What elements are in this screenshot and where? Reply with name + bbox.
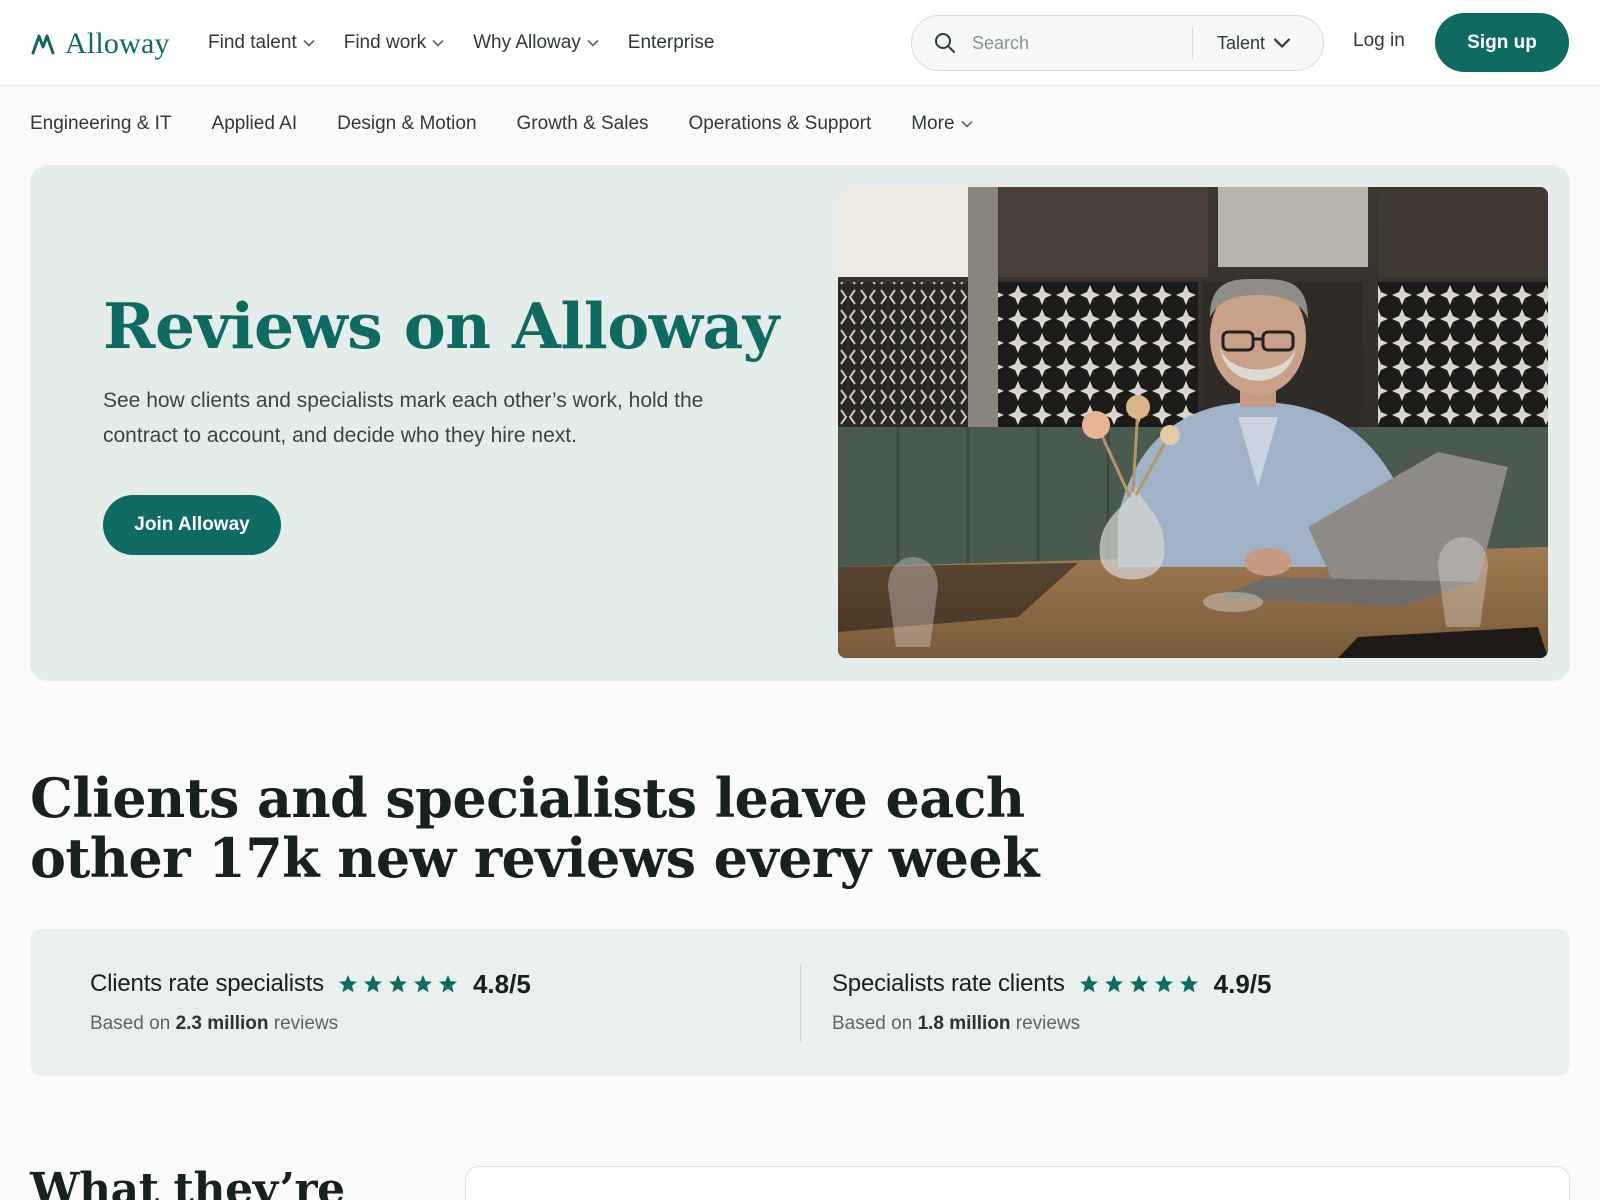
rating-divider	[800, 964, 801, 1042]
nav-enterprise[interactable]: Enterprise	[628, 28, 715, 58]
category-more[interactable]: More	[911, 110, 973, 138]
star-icon	[363, 975, 382, 993]
rating-basis-suffix: reviews	[1015, 1013, 1081, 1034]
star-icon	[1179, 975, 1198, 993]
logo-icon	[31, 33, 55, 55]
category-operations-support[interactable]: Operations & Support	[689, 110, 872, 138]
rating-basis: Based on 2.3 million reviews	[90, 1013, 531, 1035]
rating-basis: Based on 1.8 million reviews	[832, 1013, 1271, 1035]
chevron-down-icon	[1273, 37, 1291, 49]
star-icon	[338, 975, 357, 993]
star-rating	[338, 974, 458, 994]
star-icon	[413, 975, 432, 993]
chevron-down-icon	[960, 120, 973, 128]
nav-why-alloway[interactable]: Why Alloway	[473, 28, 599, 58]
stats-headline: Clients and specialists leave each other…	[30, 766, 1040, 890]
rating-basis-suffix: reviews	[273, 1013, 339, 1034]
rating-specialists-rate-clients: Specialists rate clients 4.9/5 Based on …	[832, 967, 1271, 1035]
star-icon	[1079, 975, 1098, 993]
rating-basis-prefix: Based on	[90, 1013, 171, 1034]
star-icon	[388, 975, 407, 993]
category-growth-sales[interactable]: Growth & Sales	[517, 110, 649, 138]
hero-section: Reviews on Alloway See how clients and s…	[30, 165, 1570, 681]
search-scope-label: Talent	[1217, 32, 1266, 53]
category-design-motion[interactable]: Design & Motion	[337, 110, 476, 138]
rating-score: 4.9/5	[1213, 968, 1272, 999]
main-nav: Find talent Find work Why Alloway Enterp…	[208, 28, 714, 58]
stats-headline-line1: Clients and specialists leave each	[30, 766, 1025, 830]
chevron-down-icon	[432, 39, 444, 47]
rating-score: 4.8/5	[472, 968, 531, 999]
hero-photo	[838, 187, 1548, 658]
star-icon	[438, 975, 457, 993]
nav-label: Find talent	[208, 32, 297, 53]
logo-text: Alloway	[65, 27, 170, 60]
top-header: Alloway Find talent Find work Why Allowa…	[0, 0, 1600, 86]
nav-label: Find work	[343, 32, 427, 53]
category-more-label: More	[911, 113, 955, 134]
search-icon[interactable]	[934, 32, 956, 54]
chevron-down-icon	[587, 39, 599, 47]
login-link[interactable]: Log in	[1353, 30, 1405, 52]
testimonial-card	[465, 1166, 1570, 1200]
nav-find-work[interactable]: Find work	[344, 28, 444, 58]
star-icon	[1154, 975, 1173, 993]
rating-clients-rate-specialists: Clients rate specialists 4.8/5 Based on …	[90, 967, 531, 1035]
star-icon	[1129, 975, 1148, 993]
nav-find-talent[interactable]: Find talent	[208, 28, 315, 58]
search-bar: Talent	[911, 15, 1324, 71]
ratings-card: Clients rate specialists 4.8/5 Based on …	[30, 929, 1570, 1076]
join-button[interactable]: Join Alloway	[103, 495, 281, 555]
nav-label: Why Alloway	[473, 32, 581, 53]
signup-button[interactable]: Sign up	[1435, 13, 1569, 72]
search-scope-select[interactable]: Talent	[1217, 33, 1291, 54]
category-nav: Engineering & IT Applied AI Design & Mot…	[30, 110, 973, 138]
category-engineering-it[interactable]: Engineering & IT	[30, 110, 172, 138]
nav-label: Enterprise	[627, 32, 715, 53]
rating-label: Specialists rate clients	[832, 970, 1065, 997]
rating-label: Clients rate specialists	[90, 970, 324, 997]
rating-basis-prefix: Based on	[832, 1013, 913, 1034]
logo[interactable]: Alloway	[31, 24, 170, 64]
rating-basis-count: 2.3 million	[175, 1013, 269, 1034]
testimonials-heading: What they’re	[30, 1164, 345, 1200]
rating-basis-count: 1.8 million	[917, 1013, 1011, 1034]
search-input[interactable]	[972, 32, 1192, 54]
hero-title: Reviews on Alloway	[103, 289, 779, 363]
search-divider	[1192, 27, 1193, 59]
hero-subtitle: See how clients and specialists mark eac…	[103, 389, 704, 447]
chevron-down-icon	[303, 39, 315, 47]
star-icon	[1104, 975, 1123, 993]
stats-headline-line2: other 17k new reviews every week	[30, 826, 1040, 890]
category-applied-ai[interactable]: Applied AI	[212, 110, 298, 138]
star-rating	[1079, 974, 1199, 994]
